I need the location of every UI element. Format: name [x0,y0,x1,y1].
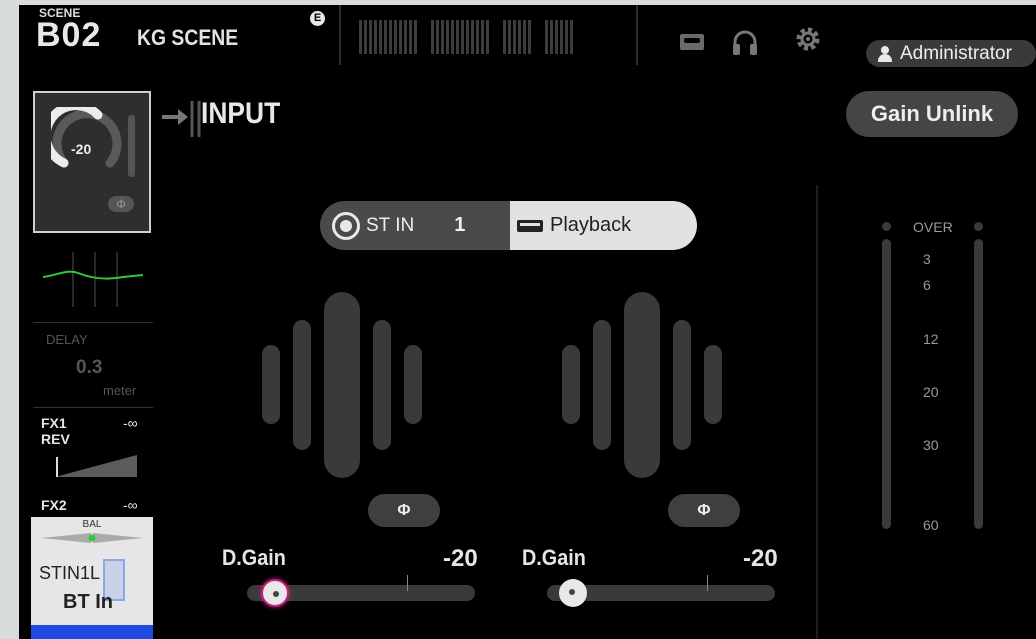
page-title: INPUT [201,97,281,130]
meter-scale-over: OVER [913,219,953,235]
dgain-knob-right[interactable] [559,579,587,607]
channel-name: BT In [63,591,113,613]
channel-color-bar [31,625,153,639]
user-icon [878,45,892,62]
phase-button-right[interactable]: Φ [668,494,740,527]
fx1-label: FX1 [41,415,67,431]
meter-divider [816,185,818,639]
gear-icon[interactable] [793,24,823,54]
headphones-icon[interactable] [730,27,760,57]
level-meter-right [974,239,983,529]
fx2-label: FX2 [41,497,67,513]
gain-meter [128,115,135,177]
mixer-screen: SCENE B02 KG SCENE E Administrator -20 Φ [19,5,1036,639]
channel-id: STIN1L [39,563,101,583]
source-label: ST IN [366,214,415,236]
scene-number[interactable]: B02 [36,16,101,55]
balance-indicator[interactable] [41,531,143,545]
dgain-label-right: D.Gain [522,545,586,570]
top-divider [636,5,638,65]
strip-phase-indicator[interactable]: Φ [108,196,134,212]
delay-label: DELAY [46,332,88,347]
peak-led-left [882,222,891,231]
slider-tick [707,575,708,591]
delay-value[interactable]: 0.3 [76,357,102,379]
divider [33,407,153,408]
eq-thumbnail[interactable] [33,237,153,323]
mode-label: Playback [550,214,632,236]
user-button[interactable]: Administrator [866,40,1036,67]
meter-scale-12: 12 [923,331,939,347]
bal-label: BAL [82,519,102,530]
fx2-send-value: -∞ [123,497,138,513]
user-label: Administrator [900,42,1012,64]
input-source-button[interactable]: ST IN 1 [320,201,510,250]
channel-meter-overview[interactable] [359,16,621,54]
fx1-send-value: -∞ [123,415,138,431]
slider-tick [407,575,408,591]
dgain-knob-left[interactable] [261,579,289,607]
scene-name[interactable]: KG SCENE [137,25,238,51]
peak-led-right [974,222,983,231]
dgain-label-left: D.Gain [222,545,286,570]
meter-scale-20: 20 [923,384,939,400]
fx1-type: REV [41,431,70,447]
source-number: 1 [454,214,466,236]
meter-scale-60: 60 [923,517,939,533]
dgain-value-right: -20 [743,545,778,572]
recorder-icon[interactable] [679,32,705,52]
phase-button-left[interactable]: Φ [368,494,440,527]
meter-scale-3: 3 [923,251,931,267]
fx1-send-ramp[interactable] [49,451,139,477]
delay-unit: meter [103,383,137,398]
meter-scale-30: 30 [923,437,939,453]
dgain-value-left: -20 [443,545,478,572]
usb-playback-icon [517,219,543,232]
edited-badge: E [310,11,325,26]
top-divider [339,5,341,65]
meter-scale-6: 6 [923,277,931,293]
input-jack-icon [332,211,360,240]
level-meter-left [882,239,891,529]
gain-value: -20 [71,141,92,157]
input-arrow-icon [162,101,201,137]
playback-mode-button[interactable]: Playback [510,201,697,250]
gain-unlink-button[interactable]: Gain Unlink [846,91,1018,137]
gain-knob-panel[interactable]: -20 [33,91,151,233]
